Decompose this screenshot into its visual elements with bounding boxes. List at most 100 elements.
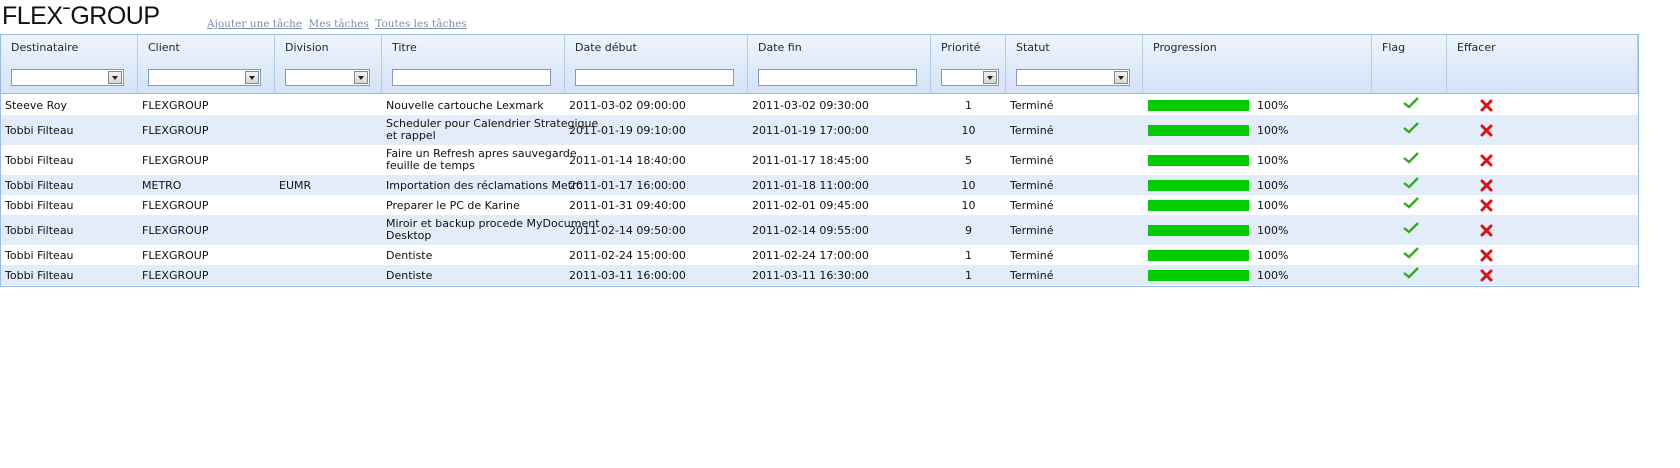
cell-date-debut: 2011-01-14 18:40:00 (569, 154, 686, 167)
filter-statut-select[interactable] (1016, 69, 1130, 86)
column-header-progression[interactable]: Progression (1143, 35, 1372, 94)
chevron-down-icon[interactable] (245, 71, 259, 84)
cell-destinataire: Tobbi Filteau (5, 249, 74, 262)
cell-date-debut: 2011-01-19 09:10:00 (569, 124, 686, 137)
link-add-task[interactable]: Ajouter une tâche (207, 18, 302, 30)
link-all-tasks[interactable]: Toutes les tâches (375, 18, 466, 30)
delete-icon[interactable] (1480, 199, 1493, 212)
cell-date-fin: 2011-02-14 09:55:00 (752, 224, 869, 237)
check-icon[interactable] (1403, 152, 1419, 164)
cell-destinataire: Tobbi Filteau (5, 154, 74, 167)
cell-destinataire: Tobbi Filteau (5, 199, 74, 212)
chevron-down-icon[interactable] (983, 71, 997, 84)
chevron-down-icon[interactable] (1114, 71, 1128, 84)
cell-priorite: 5 (965, 154, 972, 167)
cell-statut: Terminé (1010, 99, 1054, 112)
table-row[interactable]: Tobbi Filteau FLEXGROUP Dentiste 2011-03-11… (1, 265, 1638, 285)
tasks-grid: Destinataire Client Division Titre Date débu… (0, 34, 1639, 287)
filter-titre-input[interactable] (392, 69, 551, 86)
cell-statut: Terminé (1010, 124, 1054, 137)
delete-icon[interactable] (1480, 179, 1493, 192)
delete-icon[interactable] (1480, 269, 1493, 282)
check-icon[interactable] (1403, 247, 1419, 259)
check-icon[interactable] (1403, 267, 1419, 279)
cell-titre: et rappel (386, 129, 436, 142)
delete-icon[interactable] (1480, 249, 1493, 262)
progress-label: 100% (1257, 154, 1289, 167)
progress-label: 100% (1257, 269, 1289, 282)
progress-label: 100% (1257, 124, 1289, 137)
check-icon[interactable] (1403, 122, 1419, 134)
progress-bar (1148, 100, 1249, 111)
cell-statut: Terminé (1010, 154, 1054, 167)
cell-titre: Importation des réclamations Metro (386, 179, 584, 192)
filter-division-select[interactable] (285, 69, 370, 86)
table-row[interactable]: Tobbi Filteau FLEXGROUP Dentiste 2011-02-24… (1, 245, 1638, 265)
column-label-statut: Statut (1016, 41, 1050, 54)
cell-destinataire: Tobbi Filteau (5, 269, 74, 282)
filter-priorite-select[interactable] (941, 69, 999, 86)
cell-date-fin: 2011-02-01 09:45:00 (752, 199, 869, 212)
link-my-tasks[interactable]: Mes tâches (308, 18, 368, 30)
cell-date-fin: 2011-01-17 18:45:00 (752, 154, 869, 167)
delete-icon[interactable] (1480, 154, 1493, 167)
cell-client: FLEXGROUP (142, 249, 209, 262)
table-row[interactable]: Tobbi Filteau METRO EUMR Importation des ré… (1, 175, 1638, 195)
column-header-effacer[interactable]: Effacer (1447, 35, 1638, 94)
column-label-flag: Flag (1382, 41, 1406, 54)
cell-client: FLEXGROUP (142, 154, 209, 167)
cell-date-fin: 2011-03-11 16:30:00 (752, 269, 869, 282)
table-row[interactable]: Tobbi Filteau FLEXGROUP Preparer le PC de … (1, 195, 1638, 215)
cell-date-fin: 2011-02-24 17:00:00 (752, 249, 869, 262)
cell-date-debut: 2011-02-14 09:50:00 (569, 224, 686, 237)
top-links: Ajouter une tâche Mes tâches Toutes les … (207, 18, 470, 30)
progress-bar (1148, 250, 1249, 261)
cell-statut: Terminé (1010, 269, 1054, 282)
cell-client: FLEXGROUP (142, 199, 209, 212)
table-row[interactable]: Steeve Roy FLEXGROUP Nouvelle cartouche Le… (1, 95, 1638, 115)
delete-icon[interactable] (1480, 124, 1493, 137)
table-row[interactable]: Tobbi Filteau FLEXGROUP Scheduler pour Cal… (1, 115, 1638, 145)
check-icon[interactable] (1403, 177, 1419, 189)
chevron-down-icon[interactable] (108, 71, 122, 84)
cell-date-debut: 2011-02-24 15:00:00 (569, 249, 686, 262)
progress-label: 100% (1257, 199, 1289, 212)
progress-bar (1148, 180, 1249, 191)
check-icon[interactable] (1403, 97, 1419, 109)
cell-date-fin: 2011-01-18 11:00:00 (752, 179, 869, 192)
cell-priorite: 10 (961, 124, 976, 137)
check-icon[interactable] (1403, 197, 1419, 209)
column-label-effacer: Effacer (1457, 41, 1496, 54)
cell-titre: Preparer le PC de Karine (386, 199, 520, 212)
column-label-titre: Titre (392, 41, 417, 54)
cell-statut: Terminé (1010, 179, 1054, 192)
progress-bar (1148, 225, 1249, 236)
cell-priorite: 1 (965, 269, 972, 282)
column-label-client: Client (148, 41, 180, 54)
cell-destinataire: Steeve Roy (5, 99, 67, 112)
filter-destinataire-select[interactable] (11, 69, 124, 86)
cell-date-fin: 2011-03-02 09:30:00 (752, 99, 869, 112)
filter-date-debut-input[interactable] (575, 69, 734, 86)
filter-date-fin-input[interactable] (758, 69, 917, 86)
table-row[interactable]: Tobbi Filteau FLEXGROUP Miroir et backup p… (1, 215, 1638, 245)
cell-priorite: 9 (965, 224, 972, 237)
cell-destinataire: Tobbi Filteau (5, 124, 74, 137)
table-row[interactable]: Tobbi Filteau FLEXGROUP Faire un Refresh a… (1, 145, 1638, 175)
delete-icon[interactable] (1480, 224, 1493, 237)
cell-client: FLEXGROUP (142, 99, 209, 112)
cell-titre: Dentiste (386, 269, 433, 282)
chevron-down-icon[interactable] (354, 71, 368, 84)
cell-client: FLEXGROUP (142, 224, 209, 237)
filter-client-select[interactable] (148, 69, 261, 86)
progress-label: 100% (1257, 179, 1289, 192)
cell-division: EUMR (279, 179, 312, 192)
cell-titre: feuille de temps (386, 159, 475, 172)
cell-titre: Dentiste (386, 249, 433, 262)
column-header-flag[interactable]: Flag (1372, 35, 1447, 94)
progress-label: 100% (1257, 224, 1289, 237)
progress-label: 100% (1257, 99, 1289, 112)
cell-date-fin: 2011-01-19 17:00:00 (752, 124, 869, 137)
delete-icon[interactable] (1480, 99, 1493, 112)
check-icon[interactable] (1403, 222, 1419, 234)
